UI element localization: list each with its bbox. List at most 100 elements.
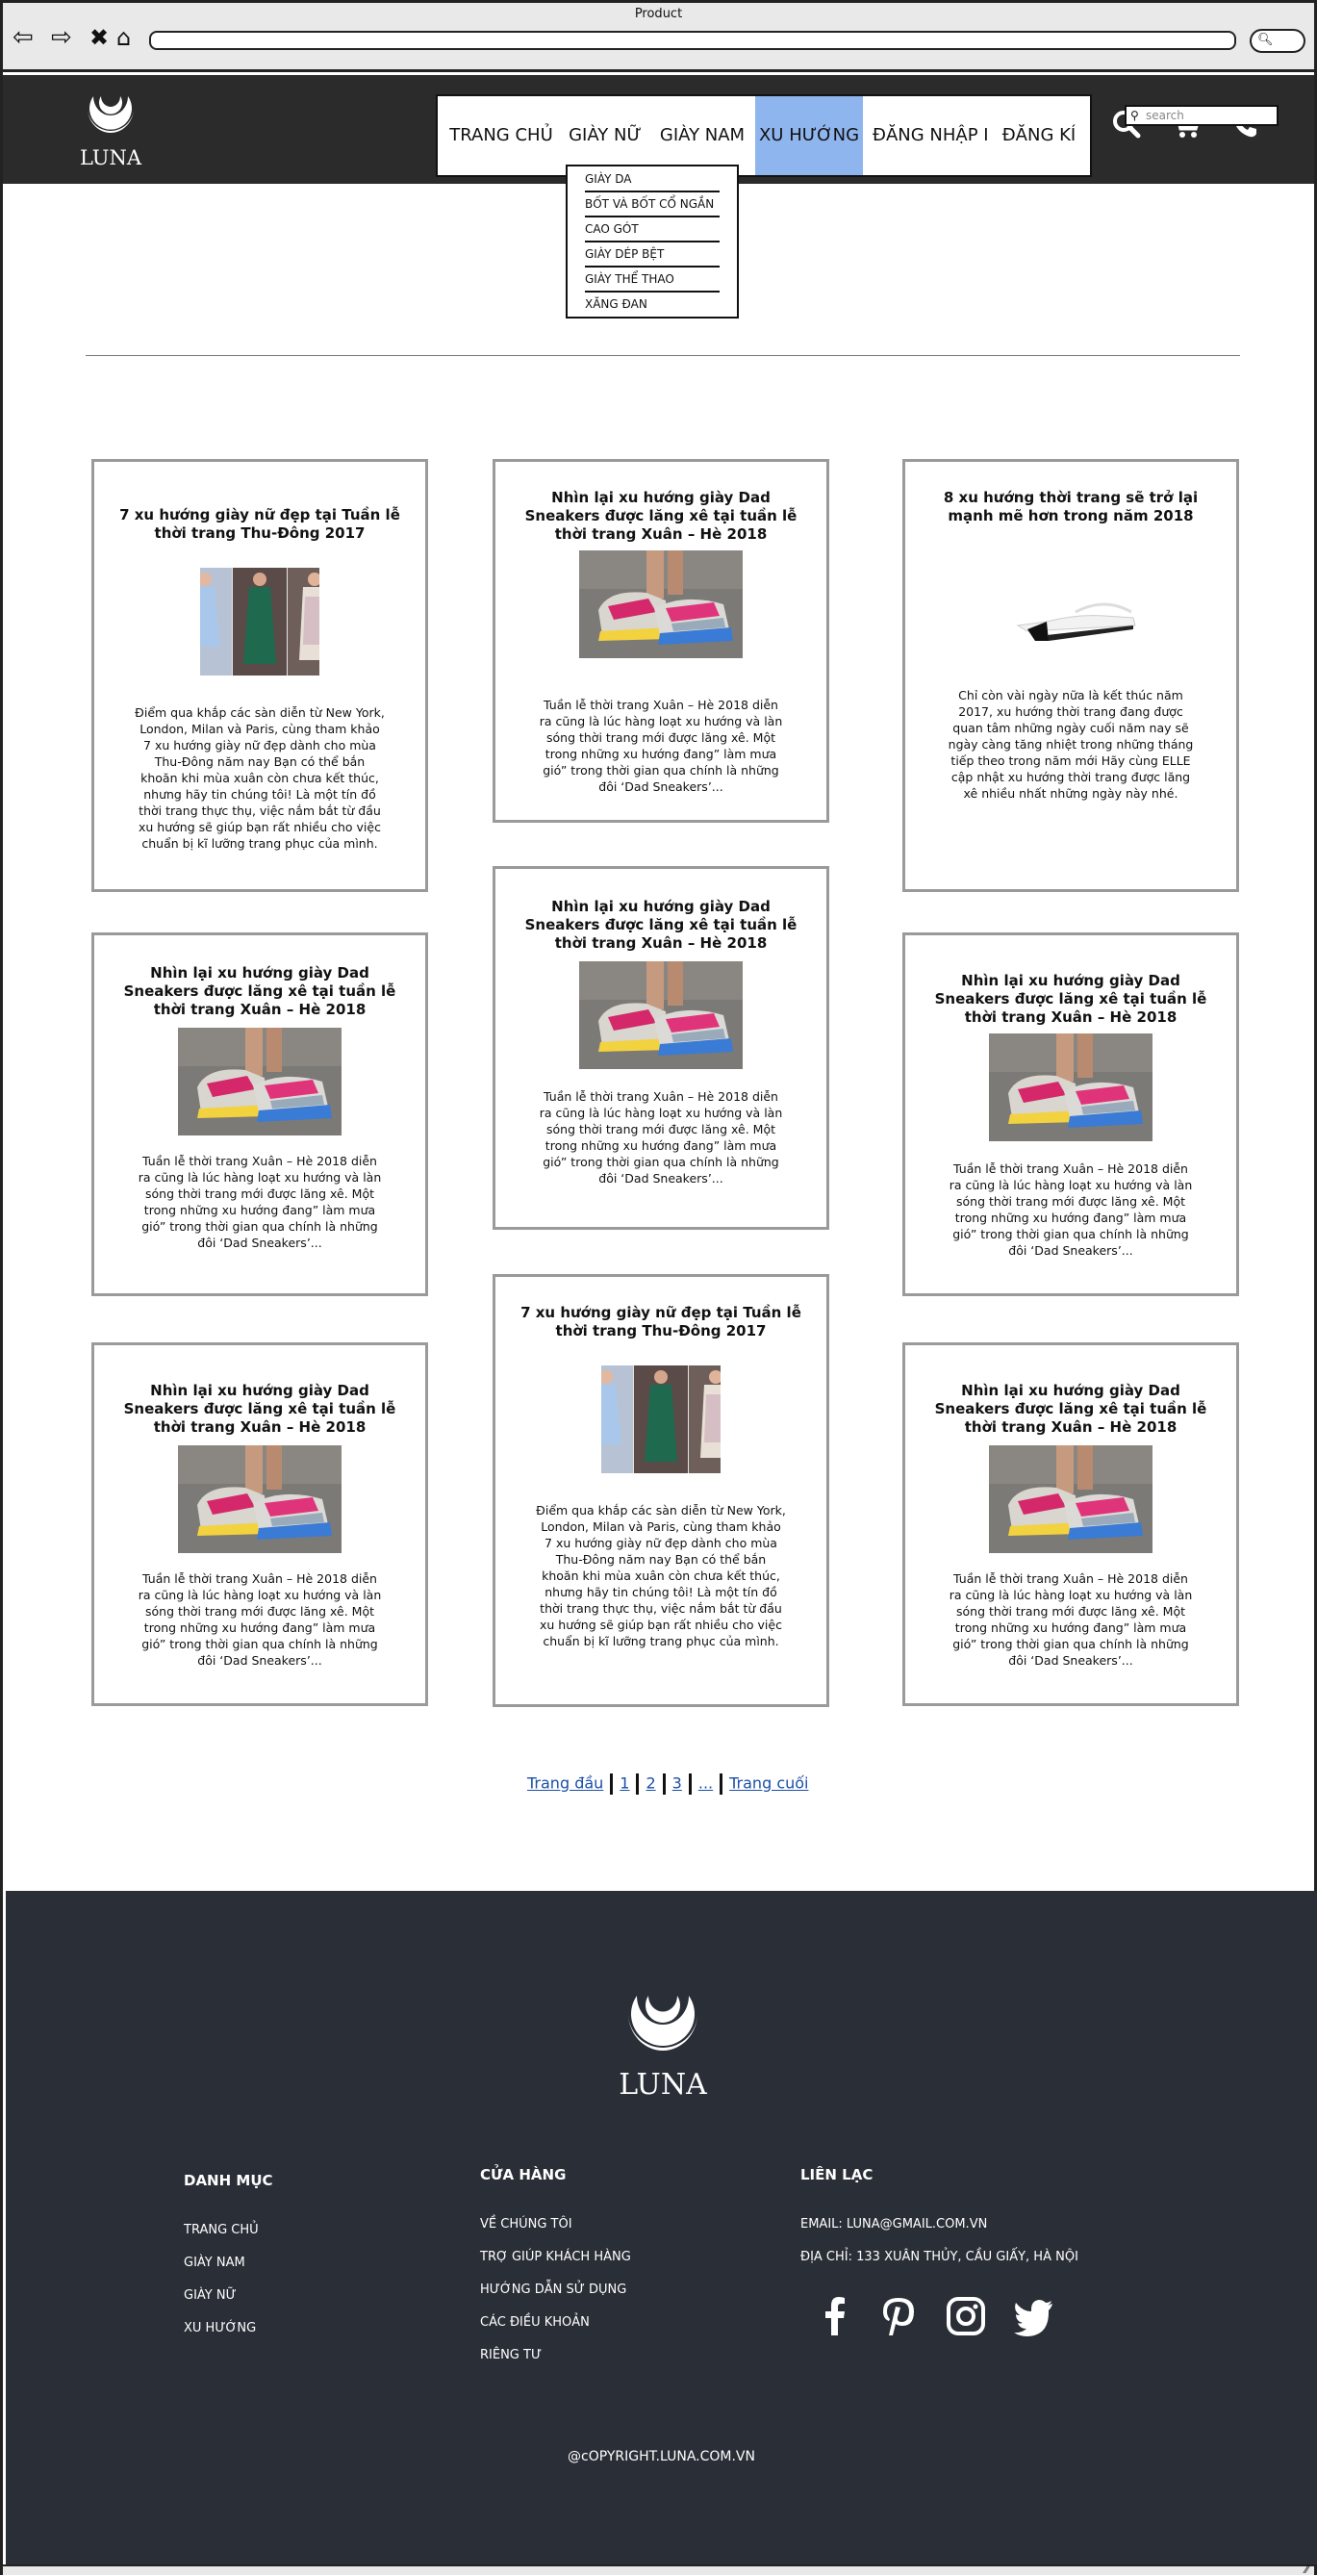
article-card[interactable]: Nhìn lại xu hướng giày Dad Sneakers được… xyxy=(902,1342,1239,1706)
sneaker-image xyxy=(178,1028,342,1135)
menu-item-giay-nam[interactable]: GIÀY NAM xyxy=(658,96,747,175)
menu-item-dang-nhap[interactable]: ĐĂNG NHẬP I xyxy=(873,96,989,175)
article-excerpt: Điểm qua khắp các sàn diễn từ New York, … xyxy=(135,705,385,851)
article-title[interactable]: Nhìn lại xu hướng giày Dad Sneakers được… xyxy=(495,489,826,544)
article-card[interactable]: Nhìn lại xu hướng giày Dad Sneakers được… xyxy=(902,932,1239,1296)
window-title: Product xyxy=(634,7,683,21)
search-icon: ⚲ xyxy=(1130,109,1139,122)
footer-heading-lien-lac: LIÊN LẠC xyxy=(800,2166,874,2183)
page-link-more[interactable]: ... xyxy=(698,1774,713,1793)
article-excerpt: Tuần lễ thời trang Xuân – Hè 2018 diễn r… xyxy=(138,1154,382,1250)
footer-link[interactable]: TRANG CHỦ xyxy=(184,2223,259,2237)
page-separator xyxy=(688,1773,692,1795)
footer-link[interactable]: RIÊNG TƯ xyxy=(480,2348,542,2362)
twitter-icon[interactable] xyxy=(1012,2295,1054,2337)
article-title[interactable]: Nhìn lại xu hướng giày Dad Sneakers được… xyxy=(905,972,1236,1027)
pinterest-icon[interactable] xyxy=(877,2295,920,2337)
footer-email[interactable]: EMAIL: LUNA@GMAIL.COM.VN xyxy=(800,2217,987,2232)
article-title[interactable]: Nhìn lại xu hướng giày Dad Sneakers được… xyxy=(495,898,826,953)
page-link-1[interactable]: 1 xyxy=(620,1774,629,1793)
dropdown-item[interactable]: GIÀY DA xyxy=(585,172,720,192)
sneaker-image xyxy=(989,1033,1152,1141)
article-card[interactable]: Nhìn lại xu hướng giày Dad Sneakers được… xyxy=(493,866,829,1230)
page-first-link[interactable]: Trang đầu xyxy=(527,1774,603,1793)
dropdown-item[interactable]: GIÀY DÉP BỆT xyxy=(585,247,720,268)
page-last-link[interactable]: Trang cuối xyxy=(729,1774,808,1793)
footer-heading-danh-muc: DANH MỤC xyxy=(184,2172,273,2189)
wedge-shoe-image xyxy=(989,558,1152,666)
facebook-icon[interactable] xyxy=(814,2295,856,2337)
resize-grip-icon[interactable]: ⁄⁄ xyxy=(1304,2563,1308,2576)
footer-link[interactable]: GIÀY NAM xyxy=(184,2256,245,2270)
article-excerpt: Tuần lễ thời trang Xuân – Hè 2018 diễn r… xyxy=(949,1161,1193,1258)
moon-logo-icon xyxy=(628,1996,697,2051)
instagram-icon[interactable] xyxy=(945,2295,987,2337)
sneaker-image xyxy=(579,550,743,658)
menu-item-xu-huong[interactable]: XU HƯỚNG xyxy=(755,96,863,175)
dropdown-item[interactable]: BỐT VÀ BỐT CỔ NGẮN xyxy=(585,197,720,217)
sneaker-image xyxy=(579,961,743,1069)
article-title[interactable]: 7 xu hướng giày nữ đẹp tại Tuần lễ thời … xyxy=(94,506,425,543)
search-input[interactable]: ⚲ search xyxy=(1125,105,1279,126)
footer-link[interactable]: GIÀY NỮ xyxy=(184,2288,237,2303)
dropdown-item[interactable]: CAO GÓT xyxy=(585,222,720,242)
logo[interactable]: LUNA xyxy=(72,90,149,169)
browser-search[interactable]: 🔍︎ xyxy=(1250,29,1305,53)
footer-address: ĐỊA CHỈ: 133 XUÂN THỦY, CẦU GIẤY, HÀ NỘI xyxy=(800,2250,1078,2264)
article-excerpt: Tuần lễ thời trang Xuân – Hè 2018 diễn r… xyxy=(138,1571,382,1668)
browser-status-bar: ⁄⁄ xyxy=(3,2563,1314,2576)
page-separator xyxy=(636,1773,640,1795)
footer-heading-cua-hang: CỬA HÀNG xyxy=(480,2166,567,2183)
page-separator xyxy=(610,1773,614,1795)
main-menu: TRANG CHỦ GIÀY NỮ GIÀY NAM XU HƯỚNG ĐĂNG… xyxy=(436,94,1092,177)
footer-logo[interactable]: LUNA xyxy=(610,1987,716,2102)
sneaker-image xyxy=(178,1445,342,1553)
sneaker-image xyxy=(989,1445,1152,1553)
footer-link[interactable]: TRỢ GIÚP KHÁCH HÀNG xyxy=(480,2250,631,2264)
address-bar[interactable] xyxy=(149,31,1236,50)
dropdown-item[interactable]: GIÀY THỂ THAO xyxy=(585,272,720,293)
article-card[interactable]: Nhìn lại xu hướng giày Dad Sneakers được… xyxy=(493,459,829,823)
article-title[interactable]: 7 xu hướng giày nữ đẹp tại Tuần lễ thời … xyxy=(495,1304,826,1340)
article-excerpt: Tuần lễ thời trang Xuân – Hè 2018 diễn r… xyxy=(539,698,783,794)
article-excerpt: Chỉ còn vài ngày nữa là kết thúc năm 201… xyxy=(948,688,1194,801)
article-title[interactable]: Nhìn lại xu hướng giày Dad Sneakers được… xyxy=(94,964,425,1019)
browser-chrome: Product ⇦ ⇨ ✖ ⌂ 🔍︎ xyxy=(3,3,1314,72)
article-card[interactable]: 7 xu hướng giày nữ đẹp tại Tuần lễ thời … xyxy=(91,459,428,892)
dropdown-giay-nu: GIÀY DA BỐT VÀ BỐT CỔ NGẮN CAO GÓT GIÀY … xyxy=(566,165,739,319)
moon-logo-icon xyxy=(88,96,134,133)
footer-link[interactable]: CÁC ĐIỀU KHOẢN xyxy=(480,2315,590,2330)
article-excerpt: Tuần lễ thời trang Xuân – Hè 2018 diễn r… xyxy=(539,1089,783,1186)
back-icon[interactable]: ⇦ xyxy=(13,24,34,51)
article-excerpt: Điểm qua khắp các sàn diễn từ New York, … xyxy=(536,1503,786,1648)
page-separator xyxy=(720,1773,723,1795)
runway-image xyxy=(200,568,319,676)
article-title[interactable]: 8 xu hướng thời trang sẽ trở lại mạnh mẽ… xyxy=(905,489,1236,525)
article-title[interactable]: Nhìn lại xu hướng giày Dad Sneakers được… xyxy=(94,1382,425,1437)
page-frame: Product ⇦ ⇨ ✖ ⌂ 🔍︎ LUNA TRANG CHỦ GIÀY N… xyxy=(0,0,1317,2576)
footer-logo-text: LUNA xyxy=(619,2068,707,2102)
article-card[interactable]: 8 xu hướng thời trang sẽ trở lại mạnh mẽ… xyxy=(902,459,1239,892)
divider xyxy=(86,355,1240,356)
search-placeholder: search xyxy=(1146,109,1184,122)
footer-link[interactable]: XU HƯỚNG xyxy=(184,2321,256,2335)
dropdown-item[interactable]: XĂNG ĐAN xyxy=(585,297,720,316)
logo-text: LUNA xyxy=(79,146,142,169)
article-excerpt: Tuần lễ thời trang Xuân – Hè 2018 diễn r… xyxy=(949,1571,1193,1668)
runway-image xyxy=(601,1365,721,1473)
article-card[interactable]: 7 xu hướng giày nữ đẹp tại Tuần lễ thời … xyxy=(493,1274,829,1707)
article-card[interactable]: Nhìn lại xu hướng giày Dad Sneakers được… xyxy=(91,932,428,1296)
forward-icon[interactable]: ⇨ xyxy=(51,24,72,51)
article-title[interactable]: Nhìn lại xu hướng giày Dad Sneakers được… xyxy=(905,1382,1236,1437)
menu-item-dang-ki[interactable]: ĐĂNG KÍ xyxy=(1000,96,1077,175)
menu-item-trang-chu[interactable]: TRANG CHỦ xyxy=(449,96,553,175)
article-card[interactable]: Nhìn lại xu hướng giày Dad Sneakers được… xyxy=(91,1342,428,1706)
page-link-2[interactable]: 2 xyxy=(646,1774,655,1793)
menu-item-giay-nu[interactable]: GIÀY NỮ xyxy=(567,96,644,175)
close-icon[interactable]: ✖ xyxy=(89,24,109,51)
home-icon[interactable]: ⌂ xyxy=(116,24,131,51)
footer-link[interactable]: HƯỚNG DẪN SỬ DỤNG xyxy=(480,2283,626,2297)
pagination: Trang đầu 1 2 3... Trang cuối xyxy=(527,1773,808,1795)
page-link-3[interactable]: 3 xyxy=(672,1774,682,1793)
footer-link[interactable]: VỀ CHÚNG TÔI xyxy=(480,2217,572,2232)
